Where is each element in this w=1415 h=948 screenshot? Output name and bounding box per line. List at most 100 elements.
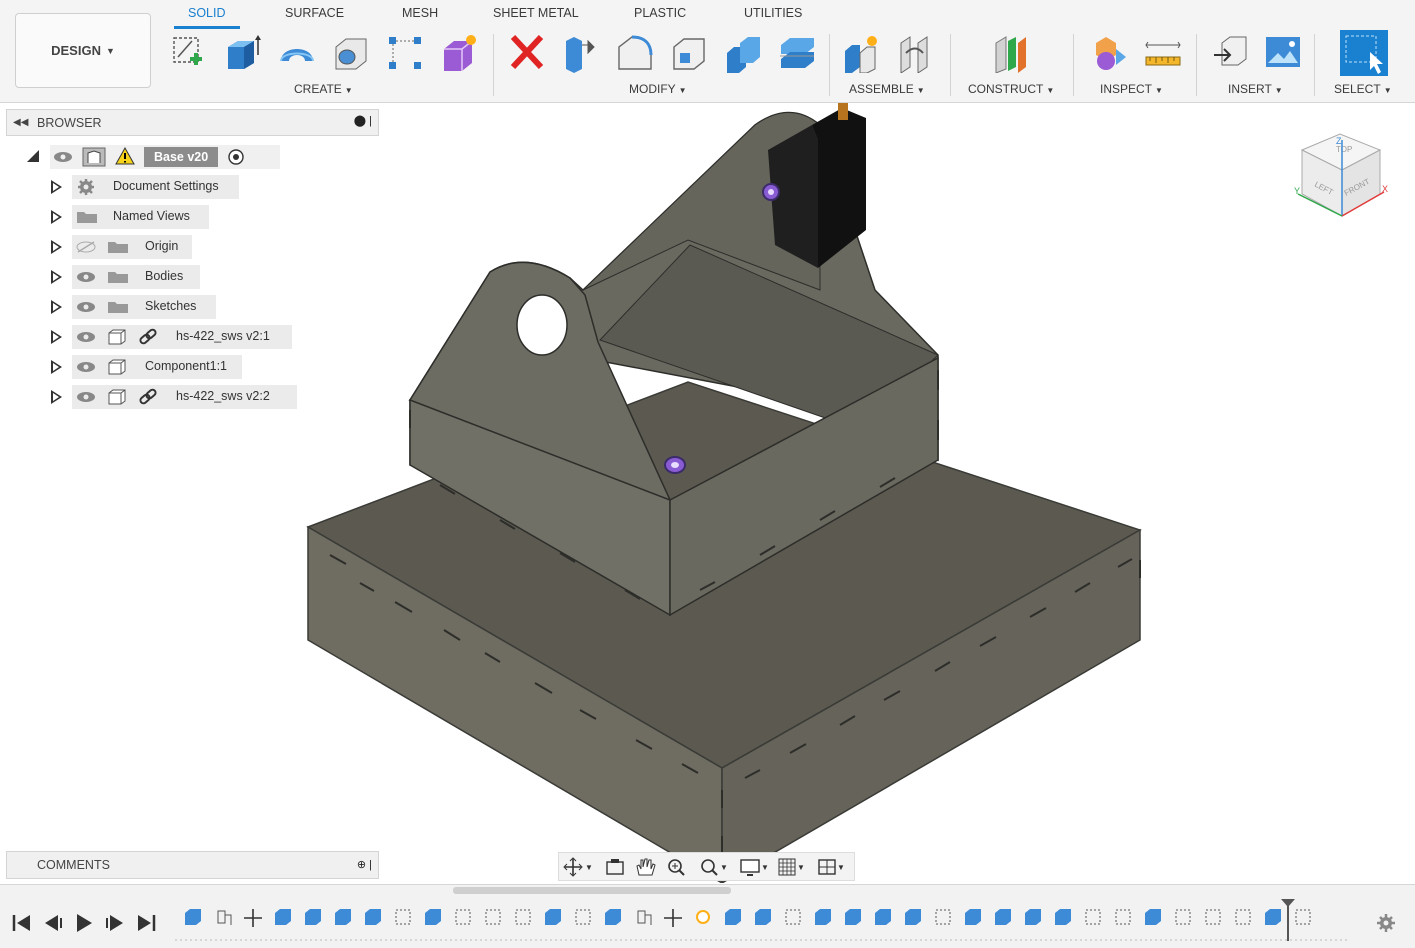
press-pull-icon[interactable]	[562, 33, 600, 73]
timeline-feature-icon[interactable]	[1265, 909, 1281, 925]
step-back-icon[interactable]	[45, 915, 62, 931]
timeline-feature-icon[interactable]	[1025, 909, 1041, 925]
expand-triangle-icon[interactable]	[51, 240, 62, 254]
expand-triangle-icon[interactable]	[51, 390, 62, 404]
browser-panel-header[interactable]: ◀◀ BROWSER ⬤ |	[6, 109, 379, 136]
timeline-feature-icon[interactable]	[395, 909, 411, 925]
timeline-marker[interactable]	[1281, 899, 1295, 907]
browser-root-row[interactable]: Base v20	[26, 144, 280, 170]
eye-icon[interactable]	[76, 301, 96, 313]
timeline-feature-icon[interactable]	[1145, 909, 1161, 925]
fit-zoom-icon[interactable]: ▼	[701, 859, 728, 876]
browser-item-origin[interactable]: Origin	[46, 234, 246, 260]
collapse-triangle-icon[interactable]	[26, 149, 40, 163]
timeline-feature-icon[interactable]	[365, 909, 381, 925]
browser-item-hs-422-sws-1[interactable]: hs-422_sws v2:1	[46, 324, 306, 350]
root-component-label[interactable]: Base v20	[144, 147, 219, 167]
display-settings-icon[interactable]: ▼	[740, 859, 769, 876]
expand-triangle-icon[interactable]	[51, 360, 62, 374]
timeline-feature-icon[interactable]	[485, 909, 501, 925]
select-menu[interactable]: SELECT ▼	[1334, 82, 1392, 96]
browser-item-component1[interactable]: Component1:1	[46, 354, 276, 380]
timeline-feature-icon[interactable]	[1205, 909, 1221, 925]
timeline-features[interactable]	[185, 909, 1311, 927]
timeline-feature-icon[interactable]	[1235, 909, 1251, 925]
timeline-feature-icon[interactable]	[217, 910, 232, 925]
tab-utilities[interactable]: UTILITIES	[744, 6, 802, 26]
timeline-feature-icon[interactable]	[515, 909, 531, 925]
go-to-end-icon[interactable]	[138, 915, 156, 931]
create-form-icon[interactable]	[440, 33, 478, 73]
panel-pin-icon[interactable]: ⬤ |	[354, 114, 372, 127]
timeline-feature-icon[interactable]	[425, 909, 441, 925]
timeline-feature-icon[interactable]	[244, 909, 262, 927]
hole-icon[interactable]	[332, 33, 370, 73]
inspect-menu[interactable]: INSPECT ▼	[1100, 82, 1163, 96]
timeline-feature-icon[interactable]	[815, 909, 831, 925]
timeline-feature-icon[interactable]	[605, 909, 621, 925]
timeline-feature-icon[interactable]	[335, 909, 351, 925]
timeline-scrollbar[interactable]	[453, 887, 731, 894]
eye-hidden-icon[interactable]	[76, 241, 96, 253]
expand-triangle-icon[interactable]	[51, 270, 62, 284]
select-icon[interactable]	[1340, 30, 1388, 76]
timeline-feature-icon[interactable]	[785, 909, 801, 925]
timeline-feature-icon[interactable]	[875, 909, 891, 925]
timeline-feature-icon[interactable]	[455, 909, 471, 925]
timeline-feature-icon[interactable]	[905, 909, 921, 925]
timeline-feature-icon[interactable]	[755, 909, 771, 925]
combine-icon[interactable]	[724, 33, 762, 73]
eye-icon[interactable]	[76, 331, 96, 343]
step-forward-icon[interactable]	[106, 915, 123, 931]
delete-icon[interactable]	[508, 33, 546, 73]
browser-item-bodies[interactable]: Bodies	[46, 264, 246, 290]
browser-item-named-views[interactable]: Named Views	[46, 204, 246, 230]
browser-item-document-settings[interactable]: Document Settings	[46, 174, 246, 200]
construct-menu[interactable]: CONSTRUCT ▼	[968, 82, 1054, 96]
timeline-feature-icon[interactable]	[965, 909, 981, 925]
viewcube[interactable]: TOP LEFT FRONT Z X Y	[1292, 130, 1392, 235]
interference-icon[interactable]	[1090, 33, 1128, 73]
revolve-icon[interactable]	[278, 33, 316, 73]
timeline-feature-icon[interactable]	[1175, 909, 1191, 925]
timeline-feature-icon[interactable]	[275, 909, 291, 925]
add-comment-icon[interactable]: ⊕ |	[357, 858, 372, 871]
measure-icon[interactable]	[1144, 33, 1182, 73]
tab-plastic[interactable]: PLASTIC	[634, 6, 686, 26]
timeline-settings-gear-icon[interactable]	[1377, 914, 1395, 932]
play-icon[interactable]	[77, 914, 92, 932]
timeline-feature-icon[interactable]	[637, 910, 652, 925]
timeline-feature-icon[interactable]	[185, 909, 201, 925]
create-menu[interactable]: CREATE ▼	[294, 82, 353, 96]
timeline-feature-icon[interactable]	[305, 909, 321, 925]
timeline-feature-icon[interactable]	[545, 909, 561, 925]
insert-canvas-icon[interactable]	[1264, 33, 1302, 73]
expand-triangle-icon[interactable]	[51, 300, 62, 314]
timeline-feature-icon[interactable]	[1115, 909, 1131, 925]
tab-surface[interactable]: SURFACE	[285, 6, 344, 26]
create-sketch-icon[interactable]	[170, 33, 208, 73]
orbit-icon[interactable]: ▼	[563, 857, 593, 877]
eye-icon[interactable]	[76, 271, 96, 283]
split-body-icon[interactable]	[778, 33, 816, 73]
insert-menu[interactable]: INSERT ▼	[1228, 82, 1283, 96]
joint-icon[interactable]	[896, 33, 934, 73]
timeline-feature-icon[interactable]	[1085, 909, 1101, 925]
modify-menu[interactable]: MODIFY ▼	[629, 82, 687, 96]
grid-icon[interactable]: ▼	[778, 858, 805, 876]
comments-panel-header[interactable]: COMMENTS ⊕ |	[6, 851, 379, 879]
look-at-icon[interactable]	[606, 859, 624, 875]
rectangular-pattern-icon[interactable]	[386, 33, 424, 73]
timeline-feature-icon[interactable]	[725, 909, 741, 925]
go-to-start-icon[interactable]	[12, 915, 30, 931]
timeline-feature-icon[interactable]	[664, 909, 682, 927]
timeline-feature-icon[interactable]	[696, 910, 710, 924]
expand-triangle-icon[interactable]	[51, 210, 62, 224]
workspace-design-button[interactable]: DESIGN ▼	[15, 13, 151, 88]
browser-item-sketches[interactable]: Sketches	[46, 294, 246, 320]
timeline-feature-icon[interactable]	[575, 909, 591, 925]
tab-mesh[interactable]: MESH	[402, 6, 438, 26]
timeline-feature-icon[interactable]	[1295, 909, 1311, 925]
eye-icon[interactable]	[76, 391, 96, 403]
zoom-icon[interactable]	[668, 859, 685, 876]
